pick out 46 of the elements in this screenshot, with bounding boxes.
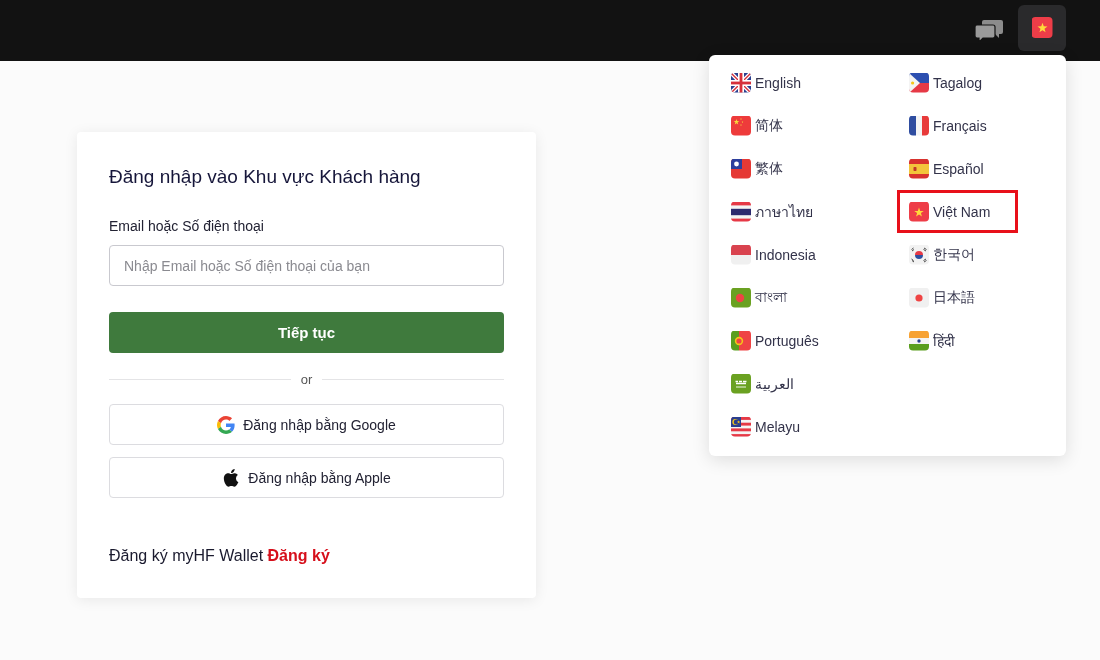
language-option[interactable]: বাংলা: [719, 276, 815, 319]
japan-flag-icon: [909, 287, 929, 308]
indonesia-flag-icon: [731, 244, 751, 265]
apple-icon: [222, 468, 241, 487]
language-option[interactable]: हिंदी: [897, 319, 983, 362]
language-option[interactable]: Việt Nam: [897, 190, 1019, 233]
divider-label: or: [300, 371, 313, 387]
malaysia-flag-icon: [731, 416, 751, 437]
email-input[interactable]: Nhập Email hoặc Số điện thoại của bạn: [109, 245, 504, 286]
bangladesh-flag-icon: [731, 287, 751, 308]
taiwan-flag-icon: [731, 158, 751, 179]
continue-button[interactable]: Tiếp tục: [109, 312, 504, 353]
language-option[interactable]: Español: [897, 147, 1012, 190]
google-icon: [217, 415, 236, 434]
language-option[interactable]: Français: [897, 104, 1015, 147]
language-option[interactable]: العربية: [719, 362, 822, 405]
china-flag-icon: [731, 115, 751, 136]
register-text: Đăng ký myHF Wallet Đăng ký: [109, 546, 331, 566]
language-option[interactable]: Melayu: [719, 405, 829, 448]
vietnam-flag-icon: [909, 201, 929, 222]
language-button[interactable]: [1018, 4, 1066, 51]
uk-flag-icon: [731, 72, 751, 93]
language-option[interactable]: Tagalog: [897, 61, 1011, 104]
language-option[interactable]: 繁体: [719, 147, 811, 190]
south-korea-flag-icon: [909, 244, 929, 265]
language-option[interactable]: 日本語: [897, 276, 1003, 319]
language-option[interactable]: 한국어: [897, 233, 1003, 276]
france-flag-icon: [909, 115, 929, 136]
login-title: Đăng nhập vào Khu vực Khách hàng: [109, 165, 422, 189]
register-link[interactable]: Đăng ký: [267, 547, 330, 564]
portugal-flag-icon: [731, 330, 751, 351]
language-option[interactable]: English: [719, 61, 829, 104]
apple-login-button[interactable]: Đăng nhập bằng Apple: [109, 457, 504, 498]
language-option[interactable]: Português: [719, 319, 847, 362]
language-option[interactable]: ภาษาไทย: [719, 190, 841, 233]
language-option[interactable]: Indonesia: [719, 233, 844, 276]
google-login-button[interactable]: Đăng nhập bằng Google: [109, 404, 504, 445]
vietnam-flag-icon: [1031, 17, 1053, 38]
saudi-arabia-flag-icon: [731, 373, 751, 394]
chat-icon[interactable]: [975, 19, 1003, 42]
language-option[interactable]: 简体: [719, 104, 811, 147]
thailand-flag-icon: [731, 201, 751, 222]
india-flag-icon: [909, 330, 929, 351]
spain-flag-icon: [909, 158, 929, 179]
philippines-flag-icon: [909, 72, 929, 93]
email-label: Email hoặc Số điện thoại: [109, 217, 265, 235]
